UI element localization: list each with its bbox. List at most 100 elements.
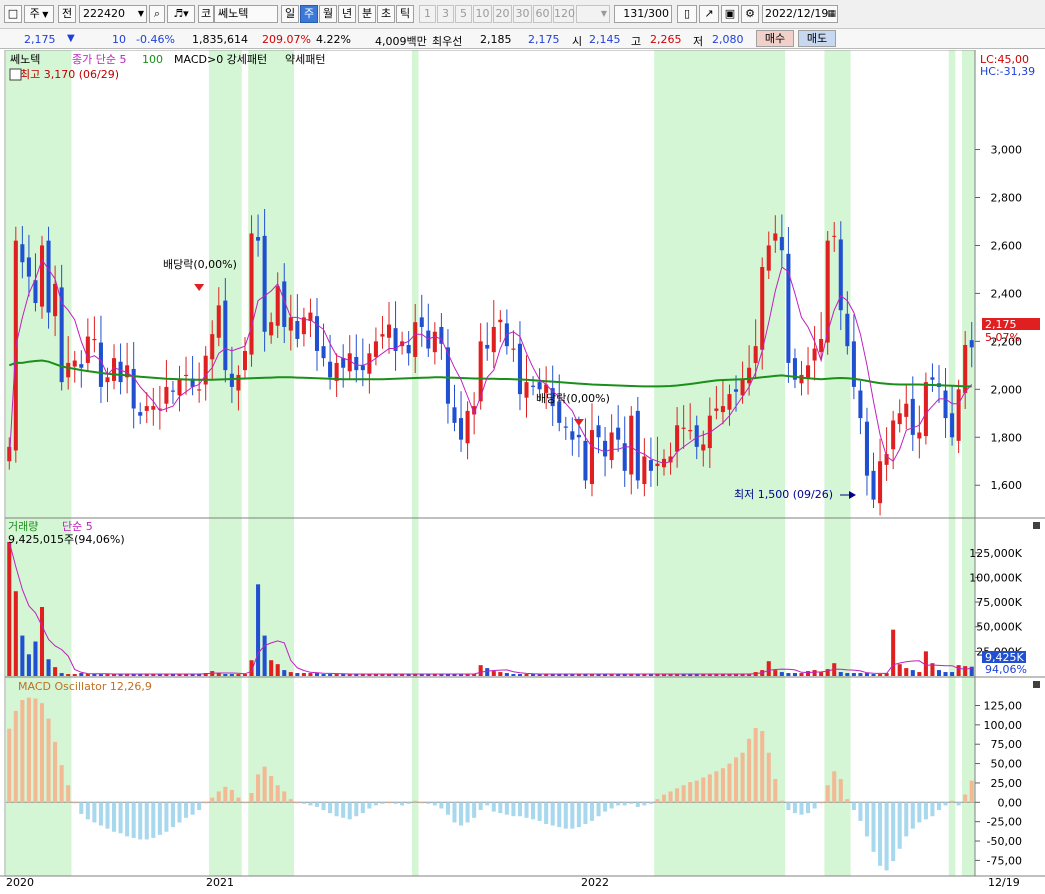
macd-bar (603, 802, 608, 812)
min-arrow-head (849, 491, 856, 499)
search-icon[interactable]: ⌕ (149, 5, 165, 23)
down-arrow-icon: ▼ (67, 33, 75, 44)
macd-bar (308, 802, 313, 806)
gear-icon[interactable]: ⚙ (741, 5, 759, 23)
candle-body (164, 386, 169, 404)
volume-value: 1,835,614 (192, 33, 248, 46)
best-quote-label: 최우선 (432, 35, 463, 48)
macd-bar (563, 802, 568, 829)
candle-body (511, 348, 516, 350)
candle-body (740, 379, 745, 396)
bookmark-icon[interactable]: ▣ (721, 5, 739, 23)
macd-panel-close-icon[interactable] (1033, 681, 1040, 688)
macd-bar (720, 768, 725, 803)
macd-bar (825, 785, 830, 803)
candle-body (354, 356, 359, 371)
x-label-2022: 2022 (581, 876, 609, 889)
interval-select[interactable]: ▼ (576, 5, 610, 23)
macd-bar (688, 782, 693, 803)
tick-label: 3,000 (991, 144, 1023, 157)
macd-bar (629, 802, 634, 804)
tab-tick[interactable]: 틱 (396, 5, 414, 23)
min-5[interactable]: 5 (455, 5, 472, 23)
prev-button[interactable]: 전 (58, 5, 76, 23)
tab-week[interactable]: 주 (300, 5, 318, 23)
tab-second[interactable]: 초 (377, 5, 395, 23)
candle-body (570, 431, 575, 440)
volume-bar (838, 672, 843, 676)
volume-panel-close-icon[interactable] (1033, 522, 1040, 529)
bullish-band (948, 50, 956, 876)
macd-bar (98, 802, 103, 826)
candle-body (105, 377, 110, 383)
candle-body (459, 418, 464, 440)
candle-body (406, 344, 411, 354)
sell-button[interactable]: 매도 (798, 30, 836, 47)
volume-bar (33, 641, 38, 676)
candle-body (118, 361, 123, 383)
volume-ratio: 209.07% (262, 33, 311, 46)
candle-body (930, 377, 935, 380)
min-60[interactable]: 60 (533, 5, 552, 23)
period-select[interactable]: 주 ▼ (24, 5, 54, 23)
candle-body (675, 425, 680, 452)
code-input[interactable]: 222420 ▼ (79, 5, 147, 23)
macd-bar (544, 802, 549, 824)
date-field[interactable]: 2022/12/19 ▦ (762, 5, 838, 23)
legend-sma5: 종가 단순 5 (72, 53, 126, 66)
candle-body (269, 322, 274, 336)
draw-tool-icon[interactable]: ↗ (699, 5, 719, 23)
count-field[interactable]: 131/300 (614, 5, 672, 23)
candle-body (760, 267, 765, 350)
macd-bar (766, 752, 771, 803)
min-120[interactable]: 120 (553, 5, 575, 23)
stock-chart[interactable]: 1,6001,8002,0002,2002,4002,6002,8003,000… (0, 49, 1045, 891)
chart-area[interactable]: 1,600 1,800 2,000 2,200 2,400 2,600 2,800 3,000… (0, 49, 1045, 891)
macd-legend: MACD Oscillator 12,26,9 (18, 680, 152, 693)
volume-bar (504, 673, 509, 676)
candle-body (517, 343, 522, 395)
tick-label: 75,00 (991, 738, 1023, 751)
tick-label: 75,000K (976, 596, 1022, 609)
volume-bar (851, 673, 856, 676)
macd-bar (26, 697, 31, 803)
table-icon[interactable] (9, 68, 22, 81)
tab-month[interactable]: 월 (319, 5, 337, 23)
volume-bar (13, 591, 18, 676)
bullish-band (248, 50, 295, 876)
macd-bar (321, 802, 326, 811)
candle-body (413, 322, 418, 357)
candle-icon[interactable]: ▯ (677, 5, 697, 23)
macd-bar (923, 802, 928, 820)
buy-button[interactable]: 매수 (756, 30, 794, 47)
macd-bar (406, 802, 411, 804)
candle-body (799, 374, 804, 384)
dividend-label-1: 배당락(0,00%) (163, 258, 237, 271)
macd-bar (904, 802, 909, 837)
volume-bar (773, 670, 778, 676)
volume-bar (766, 661, 771, 676)
volume-bar (491, 671, 496, 676)
volume-bar (269, 660, 274, 676)
candle-body (629, 415, 634, 475)
macd-bar (956, 802, 961, 806)
macd-bar (380, 802, 385, 804)
tab-day[interactable]: 일 (281, 5, 299, 23)
volume-bar (806, 671, 811, 676)
tab-year[interactable]: 년 (338, 5, 356, 23)
speaker-icon[interactable]: ♬▾ (167, 5, 195, 23)
macd-bar (917, 802, 922, 823)
min-30[interactable]: 30 (513, 5, 532, 23)
volume-bar (936, 670, 942, 676)
min-20[interactable]: 20 (493, 5, 512, 23)
candle-body (753, 346, 758, 363)
candle-body (170, 390, 175, 392)
tab-minute[interactable]: 분 (358, 5, 376, 23)
min-1[interactable]: 1 (419, 5, 436, 23)
min-10[interactable]: 10 (473, 5, 492, 23)
stock-name-field[interactable]: 쎄노텍 (214, 5, 278, 23)
chevron-down-icon: ▼ (39, 10, 49, 19)
chart-type-icon[interactable]: □ (4, 5, 22, 23)
tick-label: 125,00 (984, 699, 1023, 712)
min-3[interactable]: 3 (437, 5, 454, 23)
